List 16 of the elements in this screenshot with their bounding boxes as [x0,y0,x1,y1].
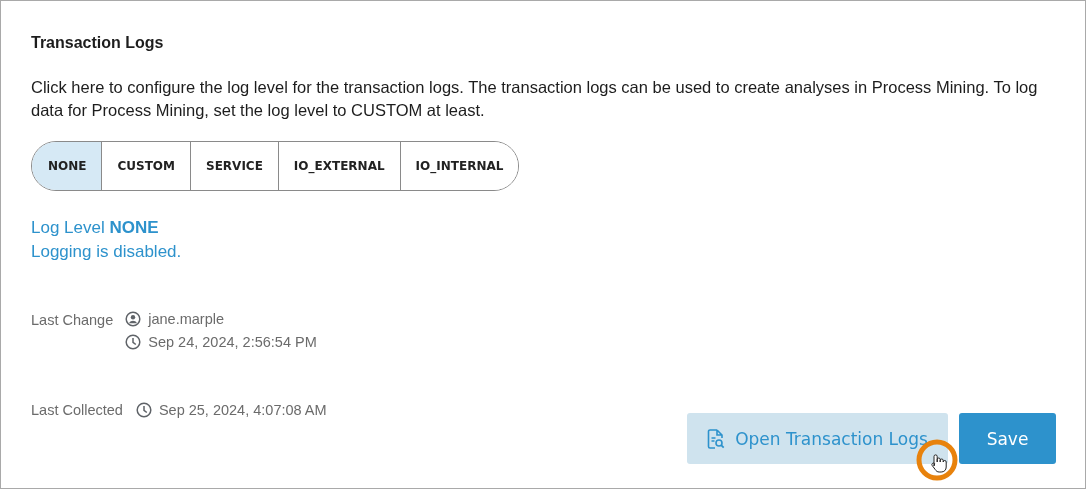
log-level-message: Logging is disabled. [31,241,183,263]
description-text: Click here to configure the log level for the transaction logs. The transaction logs can be used to create analyses in Process Mining. To log data for Process Mining, set the log level to CUSTOM at least. [31,77,1039,121]
document-search-icon [707,428,726,449]
user-icon [125,311,142,327]
clock-icon [125,334,142,350]
log-level-value: NONE [109,218,159,237]
clock-icon [135,402,152,418]
meta-label: Last Change [31,312,114,330]
timestamp: Sep 24, 2024, 2:56:54 PM [148,334,317,350]
user-name: jane.marple [148,311,224,327]
log-level-label: Log Level [31,218,105,237]
log-level-option[interactable]: IO_INTERNAL [399,142,519,190]
log-level-option[interactable]: NONE [32,142,102,190]
meta-label: Last Collected [31,402,123,418]
timestamp: Sep 25, 2024, 4:07:08 AM [158,402,327,418]
section-title: Transaction Logs [31,34,165,52]
